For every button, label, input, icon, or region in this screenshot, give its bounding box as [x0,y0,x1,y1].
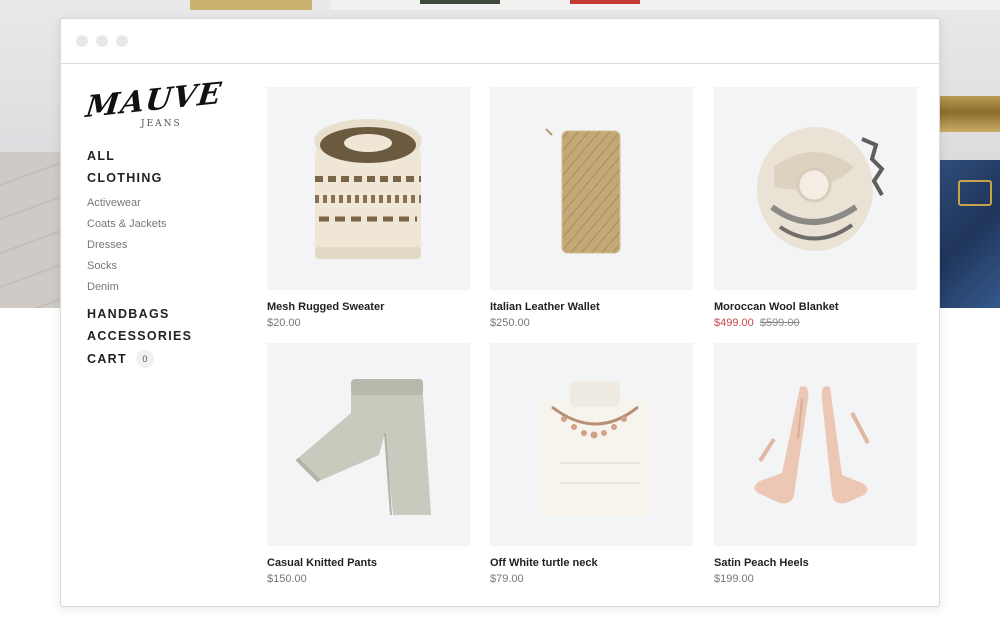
nav-clothing-socks[interactable]: Socks [87,260,247,272]
nav-clothing-coats-jackets[interactable]: Coats & Jackets [87,218,247,230]
blanket-image [757,127,885,251]
nav-clothing-dresses[interactable]: Dresses [87,239,247,251]
backdrop-object-shape [570,0,640,4]
nav-clothing-activewear[interactable]: Activewear [87,197,247,209]
product-name: Satin Peach Heels [714,557,809,569]
cart-count-badge: 0 [135,350,154,368]
wallet-image [545,128,621,254]
nav-accessories[interactable]: ACCESSORIES [87,329,247,343]
product-sale-price: $499.00 [714,317,754,329]
product-name: Moroccan Wool Blanket [714,301,839,313]
sweater-image [314,119,422,259]
nav-cart-label: CART [87,352,127,366]
window-close-dot[interactable] [76,35,88,47]
product-card[interactable]: Italian Leather Wallet $250.00 [490,87,693,329]
logo-subtitle: JEANS [141,119,182,129]
brand-logo[interactable]: MAUVE JEANS [84,76,224,137]
nav-clothing[interactable]: CLOTHING [87,171,247,185]
nav-cart[interactable]: CART 0 [87,350,247,368]
product-name: Off White turtle neck [490,557,598,569]
product-image[interactable] [714,343,917,546]
product-image[interactable] [490,87,693,290]
sidebar: MAUVE JEANS ALL CLOTHING Activewear Coat… [84,76,247,368]
nav-handbags[interactable]: HANDBAGS [87,307,247,321]
backdrop-object-shape [420,0,500,4]
product-original-price: $599.00 [759,317,800,329]
product-card[interactable]: Satin Peach Heels $199.00 [714,343,917,585]
backdrop-jeans [940,160,1000,308]
product-name: Italian Leather Wallet [490,301,600,313]
product-price: $199.00 [714,573,754,585]
product-price: $250.00 [490,317,530,329]
nav-all[interactable]: ALL [87,149,247,163]
product-price: $20.00 [267,317,301,329]
product-card[interactable]: Mesh Rugged Sweater $20.00 [267,87,470,329]
product-price: $499.00 $599.00 [714,317,917,329]
window-minimize-dot[interactable] [96,35,108,47]
product-card[interactable]: Off White turtle neck $79.00 [490,343,693,585]
browser-window: MAUVE JEANS ALL CLOTHING Activewear Coat… [60,18,940,607]
product-name: Mesh Rugged Sweater [267,301,385,313]
product-price: $79.00 [490,573,524,585]
pants-image [295,379,431,516]
product-image[interactable] [490,343,693,546]
product-price: $150.00 [267,573,307,585]
nav-clothing-denim[interactable]: Denim [87,281,247,293]
product-image[interactable] [267,87,470,290]
product-name: Casual Knitted Pants [267,557,378,569]
window-maximize-dot[interactable] [116,35,128,47]
logo-wordmark: MAUVE [84,76,224,125]
backdrop-frame-shape [190,0,312,10]
heels-image [754,386,870,504]
backdrop-floor [0,152,60,308]
backdrop-frame [940,96,1000,132]
product-image[interactable] [714,87,917,290]
turtleneck-image [540,381,652,517]
product-image[interactable] [267,343,470,546]
window-titlebar [61,19,939,64]
product-card[interactable]: Casual Knitted Pants $150.00 [267,343,470,585]
product-card[interactable]: Moroccan Wool Blanket $499.00 $599.00 [714,87,917,329]
